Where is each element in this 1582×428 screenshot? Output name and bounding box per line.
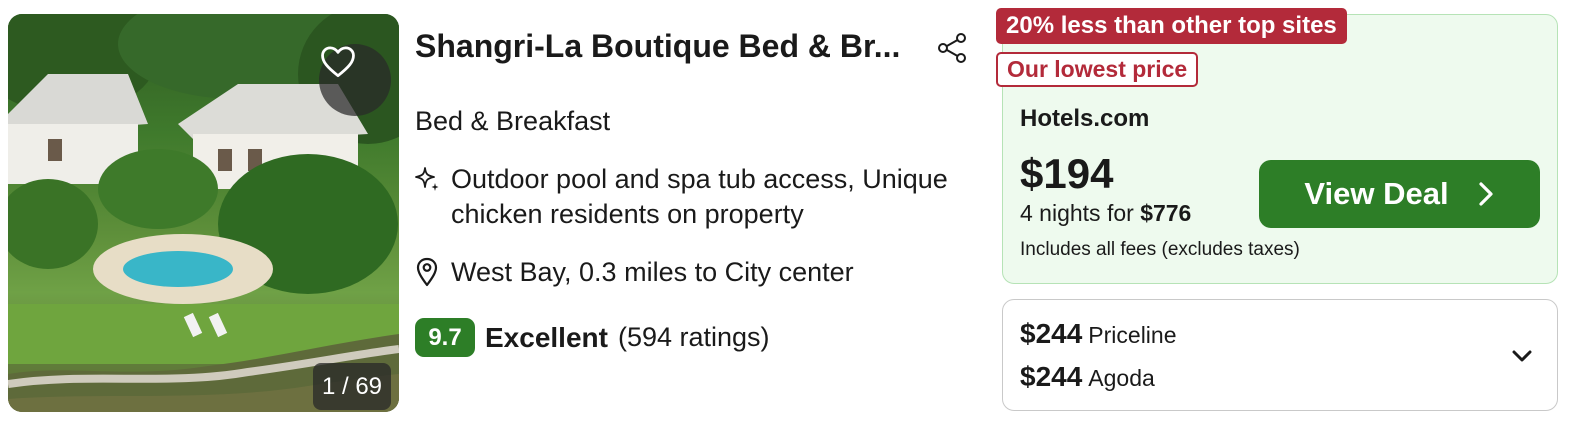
nights-total: 4 nights for $776: [1020, 200, 1191, 227]
other-price-row: $244 Priceline: [1020, 318, 1177, 350]
location-row: West Bay, 0.3 miles to City center: [413, 255, 854, 289]
amenity-text: Outdoor pool and spa tub access, Unique …: [451, 164, 948, 229]
view-deal-label: View Deal: [1304, 176, 1449, 211]
property-type: Bed & Breakfast: [415, 106, 611, 136]
other-price-provider: Priceline: [1088, 322, 1177, 348]
chevron-down-icon[interactable]: [1509, 343, 1535, 369]
heart-icon: [321, 46, 355, 78]
fees-note: Includes all fees (excludes taxes): [1020, 239, 1300, 260]
photo-counter: 1 / 69: [313, 363, 391, 410]
deal-provider: Hotels.com: [1020, 105, 1150, 132]
nights-prefix: 4 nights for: [1020, 200, 1141, 226]
hotel-title[interactable]: Shangri-La Boutique Bed & Br...: [415, 28, 900, 65]
nights-total-amount: $776: [1140, 200, 1192, 226]
hotel-photo[interactable]: 1 / 69: [8, 14, 399, 412]
amenity-highlight: Outdoor pool and spa tub access, Unique …: [413, 162, 993, 232]
hotel-listing-card: 1 / 69 Shangri-La Boutique Bed & Br... B…: [0, 0, 1582, 428]
savings-badge: 20% less than other top sites: [996, 8, 1347, 44]
other-price-row: $244 Agoda: [1020, 361, 1155, 393]
lowest-price-badge: Our lowest price: [996, 52, 1199, 87]
share-icon: [938, 33, 966, 63]
deal-price: $194: [1020, 150, 1114, 197]
rating-label: Excellent: [485, 321, 608, 353]
share-button[interactable]: [934, 30, 970, 66]
map-pin-icon: [413, 255, 441, 289]
favorite-button[interactable]: [319, 44, 391, 116]
chevron-right-icon: [1478, 182, 1493, 206]
view-deal-button[interactable]: View Deal: [1259, 160, 1540, 228]
other-price-amount: $244: [1020, 318, 1083, 349]
rating-row: 9.7 Excellent (594 ratings): [415, 318, 770, 357]
sparkle-icon: [413, 162, 441, 196]
rating-count: (594 ratings): [617, 322, 770, 352]
location-text: West Bay, 0.3 miles to City center: [451, 256, 854, 287]
other-prices-panel[interactable]: [1002, 299, 1558, 411]
other-price-provider: Agoda: [1088, 365, 1155, 391]
other-price-amount: $244: [1020, 361, 1083, 392]
rating-score-badge: 9.7: [415, 318, 475, 357]
